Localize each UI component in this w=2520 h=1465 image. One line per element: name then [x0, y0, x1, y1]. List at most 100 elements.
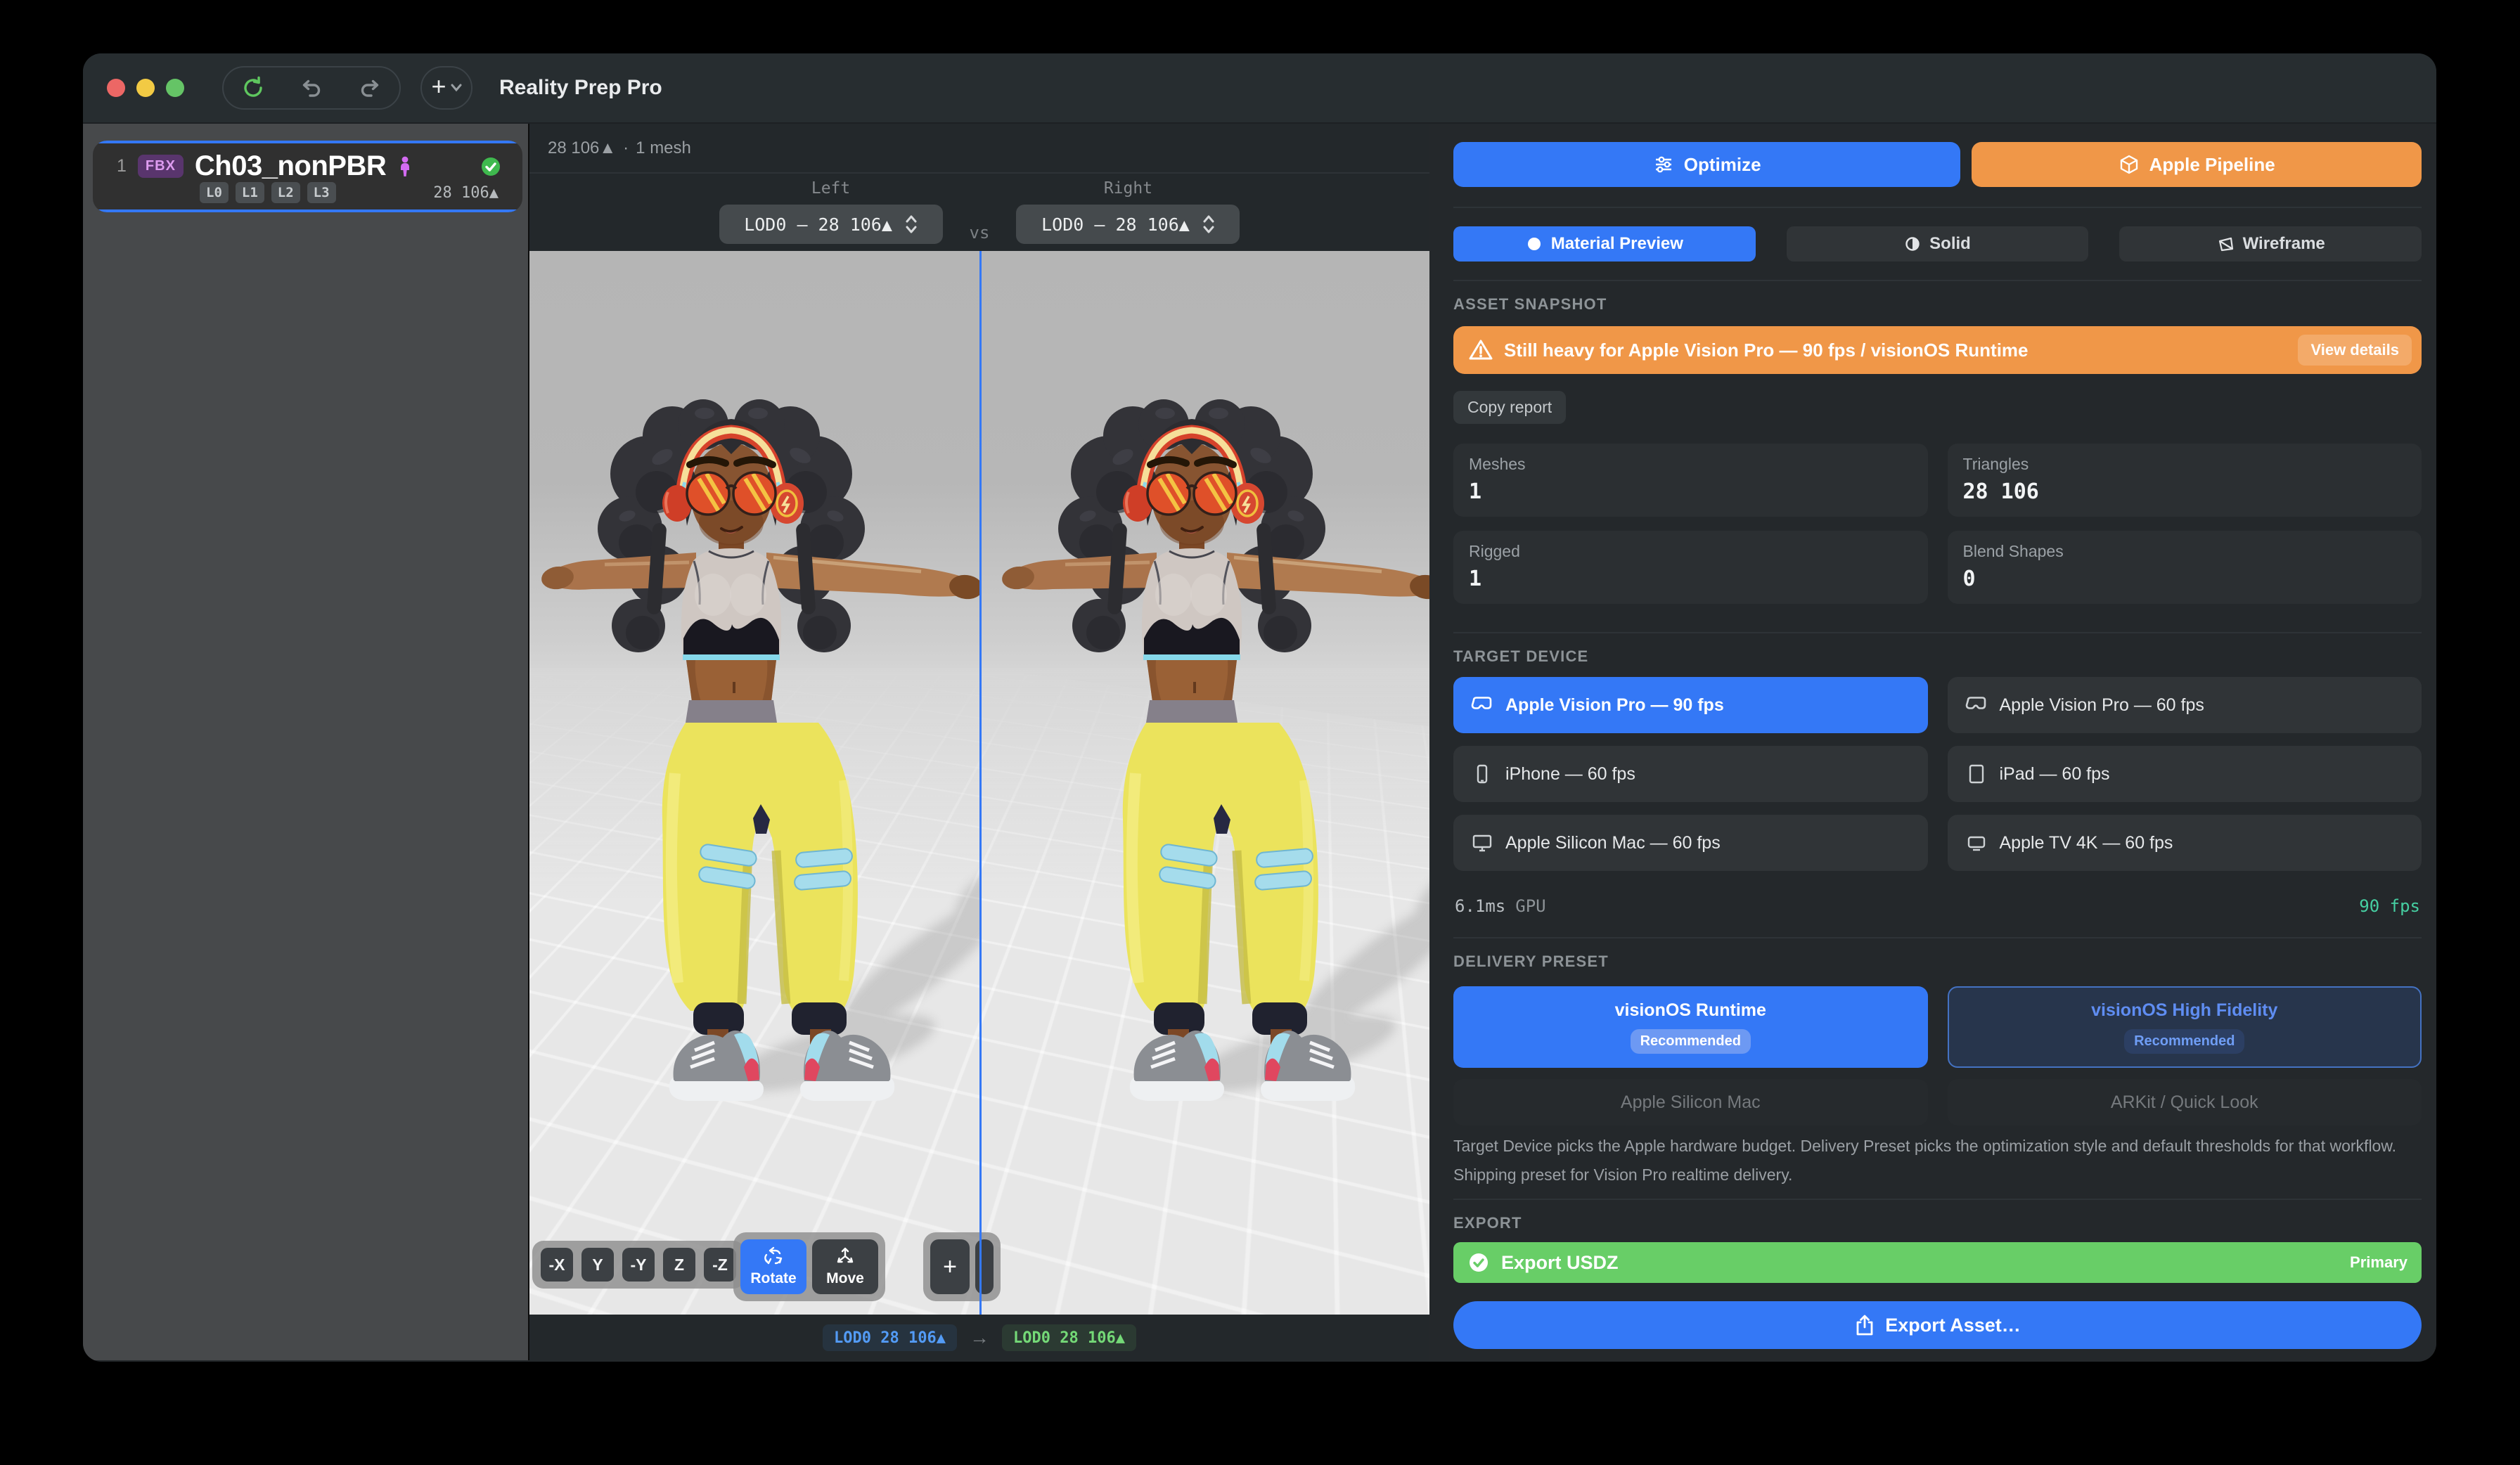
share-icon: [1854, 1314, 1875, 1336]
axis-snap-toolbar: -X Y -Y Z -Z: [532, 1241, 745, 1289]
axis-button-z[interactable]: Z: [663, 1248, 695, 1282]
wireframe-icon: [2216, 235, 2235, 252]
transform-tool-group: Rotate Move: [733, 1232, 885, 1301]
undo-icon: [299, 75, 324, 101]
warning-text: Still heavy for Apple Vision Pro — 90 fp…: [1504, 340, 2029, 361]
check-circle-icon: [1467, 1251, 1490, 1274]
asset-triangle-count: 28 106▲: [433, 184, 501, 202]
rotate-tool-button[interactable]: Rotate: [740, 1239, 806, 1294]
device-vision-pro-60[interactable]: Apple Vision Pro — 60 fps: [1948, 677, 2422, 733]
axis-button-y[interactable]: Y: [581, 1248, 614, 1282]
status-lod-to: LOD0 28 106▲: [1002, 1324, 1136, 1351]
asset-format-badge: FBX: [138, 155, 184, 178]
fps-readout: 90 fps: [2359, 896, 2420, 916]
asset-name: Ch03_nonPBR: [195, 150, 386, 182]
recommended-badge: Recommended: [2124, 1029, 2244, 1054]
preset-apple-silicon-mac[interactable]: Apple Silicon Mac: [1453, 1079, 1928, 1125]
export-usdz-button[interactable]: Export USDZ Primary: [1453, 1242, 2422, 1283]
add-view-button[interactable]: +: [930, 1239, 970, 1294]
close-window-button[interactable]: [107, 79, 125, 97]
lod-select-left[interactable]: LOD0 — 28 106▲: [719, 205, 943, 244]
undo-button[interactable]: [299, 75, 324, 101]
gpu-time: 6.1ms: [1455, 896, 1505, 916]
asset-list-item[interactable]: 1 FBX Ch03_nonPBR L0 L1 L2 L3 28 106▲: [93, 141, 522, 212]
ipad-icon: [1965, 763, 1988, 785]
minimize-window-button[interactable]: [136, 79, 155, 97]
sliders-icon: [1653, 154, 1674, 175]
viewport-canvas[interactable]: -X Y -Y Z -Z Rotate Move: [529, 251, 1429, 1315]
asset-warning-banner: Still heavy for Apple Vision Pro — 90 fp…: [1453, 326, 2422, 374]
add-asset-button[interactable]: +: [420, 66, 472, 110]
title-bar: + Reality Prep Pro: [83, 53, 2436, 124]
asset-index: 1: [117, 156, 127, 176]
vision-pro-icon: [1965, 695, 1988, 716]
apple-tv-icon: [1965, 832, 1988, 853]
target-device-heading: TARGET DEVICE: [1453, 647, 2422, 666]
preset-arkit-quick-look[interactable]: ARKit / Quick Look: [1948, 1079, 2422, 1125]
delivery-preset-grid: visionOS Runtime Recommended visionOS Hi…: [1453, 986, 2422, 1125]
compare-right-label: Right: [1104, 179, 1152, 198]
summary-separator-dot: ·: [623, 138, 629, 158]
character-render-left: [540, 399, 1041, 1106]
preset-visionos-high-fidelity[interactable]: visionOS High Fidelity Recommended: [1948, 986, 2422, 1068]
window-title: Reality Prep Pro: [499, 76, 662, 100]
compare-controls: Left LOD0 — 28 106▲ vs Right LOD0 — 28 1…: [529, 174, 1429, 251]
target-device-grid: Apple Vision Pro — 90 fps Apple Vision P…: [1453, 677, 2422, 871]
view-mode-wireframe[interactable]: Wireframe: [2119, 226, 2422, 262]
refresh-button[interactable]: [240, 75, 266, 101]
cube-icon: [2119, 154, 2140, 175]
viewport-column: 28 106▲ · 1 mesh Left LOD0 — 28 106▲ vs …: [529, 124, 1429, 1360]
redo-button[interactable]: [357, 75, 382, 101]
status-lod-from: LOD0 28 106▲: [823, 1324, 957, 1351]
asset-stats-grid: Meshes 1 Triangles 28 106 Rigged 1 Blend…: [1453, 444, 2422, 604]
compare-split-divider[interactable]: [979, 251, 982, 1315]
export-asset-button[interactable]: Export Asset…: [1453, 1301, 2422, 1349]
inspector-panel: Optimize Apple Pipeline Material Preview…: [1429, 124, 2436, 1360]
stat-card-blend-shapes: Blend Shapes 0: [1948, 531, 2422, 604]
asset-sidebar: 1 FBX Ch03_nonPBR L0 L1 L2 L3 28 106▲: [83, 124, 529, 1360]
axis-button-negx[interactable]: -X: [541, 1248, 573, 1282]
secondary-view-button[interactable]: [975, 1239, 994, 1294]
lod-select-right[interactable]: LOD0 — 28 106▲: [1016, 205, 1240, 244]
zoom-tool-group: +: [923, 1232, 1001, 1301]
selection-line-bottom: [93, 209, 522, 212]
rotate-icon: [763, 1246, 784, 1266]
selection-line-top: [93, 141, 522, 143]
view-mode-solid[interactable]: Solid: [1787, 226, 2089, 262]
stat-card-meshes: Meshes 1: [1453, 444, 1928, 517]
status-arrow: →: [970, 1327, 989, 1349]
viewport-mesh-count: 1 mesh: [636, 138, 691, 158]
copy-report-button[interactable]: Copy report: [1453, 391, 1566, 424]
warning-icon: [1469, 339, 1493, 361]
move-tool-button[interactable]: Move: [812, 1239, 878, 1294]
viewport-status-bar: LOD0 28 106▲ → LOD0 28 106▲: [529, 1315, 1429, 1361]
device-iphone[interactable]: iPhone — 60 fps: [1453, 746, 1928, 802]
mac-icon: [1470, 832, 1494, 853]
view-mode-material-preview[interactable]: Material Preview: [1453, 226, 1756, 262]
viewport-triangle-count: 28 106▲: [548, 138, 616, 158]
delivery-preset-heading: DELIVERY PRESET: [1453, 953, 2422, 971]
gpu-status-row: 6.1ms GPU 90 fps: [1455, 896, 2420, 916]
apple-pipeline-button[interactable]: Apple Pipeline: [1972, 142, 2422, 187]
compare-left-label: Left: [811, 179, 850, 198]
lod-badge-l1: L1: [236, 182, 264, 203]
preset-description: Target Device picks the Apple hardware b…: [1453, 1137, 2422, 1156]
preset-visionos-runtime[interactable]: visionOS Runtime Recommended: [1453, 986, 1928, 1068]
device-apple-tv[interactable]: Apple TV 4K — 60 fps: [1948, 815, 2422, 871]
refresh-icon: [240, 75, 266, 101]
recommended-badge: Recommended: [1631, 1029, 1751, 1054]
viewport-summary-bar: 28 106▲ · 1 mesh: [529, 124, 1429, 174]
zoom-window-button[interactable]: [166, 79, 184, 97]
optimize-button[interactable]: Optimize: [1453, 142, 1960, 187]
device-vision-pro-90[interactable]: Apple Vision Pro — 90 fps: [1453, 677, 1928, 733]
device-apple-silicon-mac[interactable]: Apple Silicon Mac — 60 fps: [1453, 815, 1928, 871]
axis-button-negy[interactable]: -Y: [622, 1248, 655, 1282]
device-ipad[interactable]: iPad — 60 fps: [1948, 746, 2422, 802]
view-details-button[interactable]: View details: [2298, 335, 2412, 366]
redo-icon: [357, 75, 382, 101]
vision-pro-icon: [1470, 695, 1494, 716]
chevron-down-icon: [451, 84, 462, 92]
axis-button-negz[interactable]: -Z: [704, 1248, 736, 1282]
preset-note: Shipping preset for Vision Pro realtime …: [1453, 1166, 2422, 1185]
lod-badge-l3: L3: [307, 182, 336, 203]
